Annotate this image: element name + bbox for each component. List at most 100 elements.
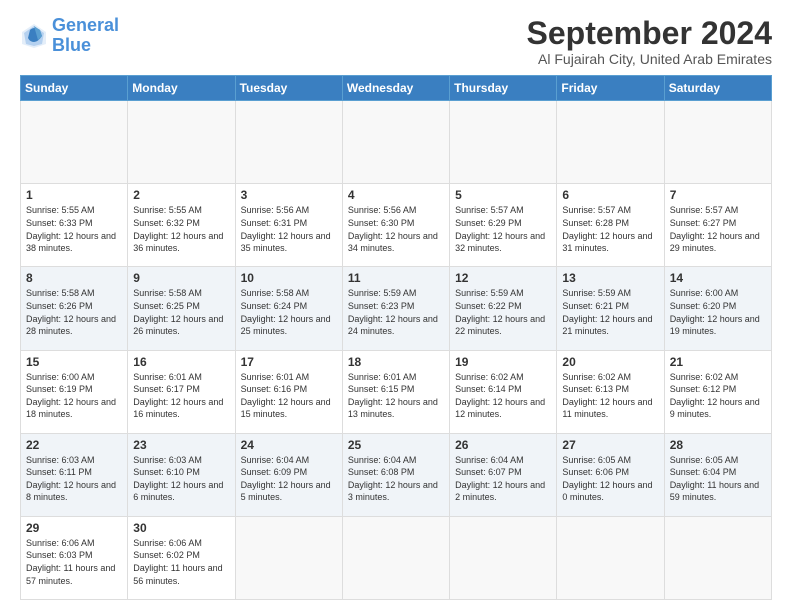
calendar-week-5: 29 Sunrise: 6:06 AMSunset: 6:03 PMDayligh…: [21, 516, 772, 599]
table-row: [664, 516, 771, 599]
header-row: Sunday Monday Tuesday Wednesday Thursday…: [21, 76, 772, 101]
table-row: 28 Sunrise: 6:05 AMSunset: 6:04 PMDayligh…: [664, 433, 771, 516]
month-title: September 2024: [527, 16, 772, 51]
table-row: 29 Sunrise: 6:06 AMSunset: 6:03 PMDayligh…: [21, 516, 128, 599]
day-number: 14: [670, 271, 766, 285]
calendar-week-4: 22 Sunrise: 6:03 AMSunset: 6:11 PMDayligh…: [21, 433, 772, 516]
day-number: 22: [26, 438, 122, 452]
page: General Blue September 2024 Al Fujairah …: [0, 0, 792, 612]
calendar-week-2: 8 Sunrise: 5:58 AMSunset: 6:26 PMDaylight…: [21, 267, 772, 350]
day-number: 9: [133, 271, 229, 285]
day-number: 28: [670, 438, 766, 452]
day-number: 29: [26, 521, 122, 535]
title-block: September 2024 Al Fujairah City, United …: [527, 16, 772, 67]
day-info: Sunrise: 6:01 AMSunset: 6:17 PMDaylight:…: [133, 371, 229, 421]
day-info: Sunrise: 6:04 AMSunset: 6:09 PMDaylight:…: [241, 454, 337, 504]
table-row: 23Sunrise: 6:03 AMSunset: 6:10 PMDayligh…: [128, 433, 235, 516]
table-row: 18 Sunrise: 6:01 AMSunset: 6:15 PMDayligh…: [342, 350, 449, 433]
day-number: 2: [133, 188, 229, 202]
col-wednesday: Wednesday: [342, 76, 449, 101]
table-row: 13 Sunrise: 5:59 AMSunset: 6:21 PMDayligh…: [557, 267, 664, 350]
day-number: 8: [26, 271, 122, 285]
day-info: Sunrise: 5:57 AMSunset: 6:29 PMDaylight:…: [455, 204, 551, 254]
day-info: Sunrise: 6:03 AMSunset: 6:10 PMDaylight:…: [133, 454, 229, 504]
table-row: 2 Sunrise: 5:55 AMSunset: 6:32 PMDaylight…: [128, 184, 235, 267]
location: Al Fujairah City, United Arab Emirates: [527, 51, 772, 67]
day-info: Sunrise: 5:59 AMSunset: 6:22 PMDaylight:…: [455, 287, 551, 337]
day-info: Sunrise: 5:59 AMSunset: 6:21 PMDaylight:…: [562, 287, 658, 337]
day-number: 27: [562, 438, 658, 452]
day-info: Sunrise: 6:01 AMSunset: 6:15 PMDaylight:…: [348, 371, 444, 421]
table-row: 8 Sunrise: 5:58 AMSunset: 6:26 PMDaylight…: [21, 267, 128, 350]
table-row: 5Sunrise: 5:57 AMSunset: 6:29 PMDaylight…: [450, 184, 557, 267]
day-number: 7: [670, 188, 766, 202]
day-number: 17: [241, 355, 337, 369]
day-info: Sunrise: 6:04 AMSunset: 6:08 PMDaylight:…: [348, 454, 444, 504]
day-number: 13: [562, 271, 658, 285]
table-row: [557, 101, 664, 184]
day-number: 10: [241, 271, 337, 285]
col-saturday: Saturday: [664, 76, 771, 101]
table-row: [235, 101, 342, 184]
day-number: 20: [562, 355, 658, 369]
day-info: Sunrise: 5:58 AMSunset: 6:24 PMDaylight:…: [241, 287, 337, 337]
table-row: 10 Sunrise: 5:58 AMSunset: 6:24 PMDayligh…: [235, 267, 342, 350]
day-info: Sunrise: 6:02 AMSunset: 6:12 PMDaylight:…: [670, 371, 766, 421]
day-info: Sunrise: 6:02 AMSunset: 6:13 PMDaylight:…: [562, 371, 658, 421]
day-number: 25: [348, 438, 444, 452]
table-row: 27Sunrise: 6:05 AMSunset: 6:06 PMDayligh…: [557, 433, 664, 516]
day-number: 18: [348, 355, 444, 369]
day-number: 21: [670, 355, 766, 369]
table-row: [128, 101, 235, 184]
day-info: Sunrise: 5:57 AMSunset: 6:27 PMDaylight:…: [670, 204, 766, 254]
day-info: Sunrise: 6:05 AMSunset: 6:04 PMDaylight:…: [670, 454, 766, 504]
logo-blue: Blue: [52, 35, 91, 55]
table-row: [342, 101, 449, 184]
table-row: 21 Sunrise: 6:02 AMSunset: 6:12 PMDayligh…: [664, 350, 771, 433]
table-row: 17Sunrise: 6:01 AMSunset: 6:16 PMDayligh…: [235, 350, 342, 433]
table-row: 12 Sunrise: 5:59 AMSunset: 6:22 PMDayligh…: [450, 267, 557, 350]
day-info: Sunrise: 6:06 AMSunset: 6:03 PMDaylight:…: [26, 537, 122, 587]
table-row: 16 Sunrise: 6:01 AMSunset: 6:17 PMDayligh…: [128, 350, 235, 433]
col-thursday: Thursday: [450, 76, 557, 101]
table-row: [557, 516, 664, 599]
table-row: 9 Sunrise: 5:58 AMSunset: 6:25 PMDaylight…: [128, 267, 235, 350]
day-info: Sunrise: 5:58 AMSunset: 6:26 PMDaylight:…: [26, 287, 122, 337]
day-info: Sunrise: 6:03 AMSunset: 6:11 PMDaylight:…: [26, 454, 122, 504]
day-info: Sunrise: 6:04 AMSunset: 6:07 PMDaylight:…: [455, 454, 551, 504]
table-row: 14 Sunrise: 6:00 AMSunset: 6:20 PMDayligh…: [664, 267, 771, 350]
table-row: 6 Sunrise: 5:57 AMSunset: 6:28 PMDaylight…: [557, 184, 664, 267]
day-info: Sunrise: 6:06 AMSunset: 6:02 PMDaylight:…: [133, 537, 229, 587]
calendar-week-1: 1 Sunrise: 5:55 AMSunset: 6:33 PMDaylight…: [21, 184, 772, 267]
table-row: 11Sunrise: 5:59 AMSunset: 6:23 PMDayligh…: [342, 267, 449, 350]
day-number: 19: [455, 355, 551, 369]
table-row: [235, 516, 342, 599]
day-number: 6: [562, 188, 658, 202]
day-number: 1: [26, 188, 122, 202]
table-row: [21, 101, 128, 184]
table-row: 1 Sunrise: 5:55 AMSunset: 6:33 PMDaylight…: [21, 184, 128, 267]
day-info: Sunrise: 6:00 AMSunset: 6:20 PMDaylight:…: [670, 287, 766, 337]
table-row: 25 Sunrise: 6:04 AMSunset: 6:08 PMDayligh…: [342, 433, 449, 516]
day-number: 15: [26, 355, 122, 369]
logo-icon: [20, 22, 48, 50]
day-info: Sunrise: 5:58 AMSunset: 6:25 PMDaylight:…: [133, 287, 229, 337]
table-row: [664, 101, 771, 184]
day-number: 12: [455, 271, 551, 285]
day-info: Sunrise: 5:55 AMSunset: 6:32 PMDaylight:…: [133, 204, 229, 254]
day-info: Sunrise: 5:59 AMSunset: 6:23 PMDaylight:…: [348, 287, 444, 337]
table-row: 19 Sunrise: 6:02 AMSunset: 6:14 PMDayligh…: [450, 350, 557, 433]
day-number: 30: [133, 521, 229, 535]
day-number: 26: [455, 438, 551, 452]
header: General Blue September 2024 Al Fujairah …: [20, 16, 772, 67]
day-info: Sunrise: 5:55 AMSunset: 6:33 PMDaylight:…: [26, 204, 122, 254]
table-row: [342, 516, 449, 599]
table-row: [450, 101, 557, 184]
table-row: 24Sunrise: 6:04 AMSunset: 6:09 PMDayligh…: [235, 433, 342, 516]
day-info: Sunrise: 5:57 AMSunset: 6:28 PMDaylight:…: [562, 204, 658, 254]
calendar-table: Sunday Monday Tuesday Wednesday Thursday…: [20, 75, 772, 600]
table-row: 4Sunrise: 5:56 AMSunset: 6:30 PMDaylight…: [342, 184, 449, 267]
day-info: Sunrise: 6:02 AMSunset: 6:14 PMDaylight:…: [455, 371, 551, 421]
day-number: 16: [133, 355, 229, 369]
logo-general: General: [52, 15, 119, 35]
